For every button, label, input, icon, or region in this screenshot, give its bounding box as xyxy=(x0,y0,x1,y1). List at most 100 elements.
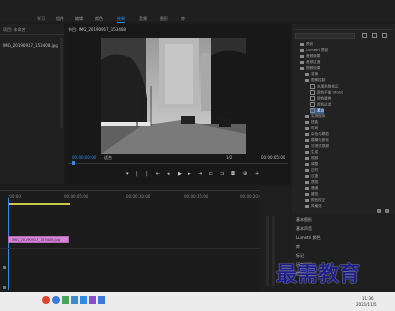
effects-folder[interactable]: 颜色校正 xyxy=(305,198,325,203)
effects-folder[interactable]: 透视 xyxy=(305,180,318,185)
app-icon-7[interactable] xyxy=(98,296,105,304)
new-bin-icon[interactable] xyxy=(377,209,381,213)
effects-item-label: 模糊与锐化 xyxy=(311,138,329,142)
effects-folder[interactable]: 时间 xyxy=(305,126,318,131)
effects-panel: 预设 Lumetri 预设 音频效果 音频过渡 视频效果 变换 图像控制灰度系数校正 颜色平衡… xyxy=(292,24,395,214)
app-icon-1[interactable] xyxy=(42,296,50,304)
effects-item-label: 颜色替换 xyxy=(317,96,332,101)
effects-folder[interactable]: 键控 xyxy=(305,192,318,197)
effects-folder[interactable]: 图像控制 xyxy=(305,78,325,83)
scrollbar[interactable] xyxy=(60,38,63,128)
effects-item-label: 调整 xyxy=(311,162,319,166)
audio-meter-left xyxy=(266,216,269,286)
effect-item[interactable]: 灰度系数校正 xyxy=(310,84,339,90)
go-to-in-icon[interactable]: | xyxy=(146,171,148,177)
settings-icon[interactable]: ⊕ xyxy=(243,171,247,177)
panel-item-essential-graphics[interactable]: 基本图形 xyxy=(296,217,312,222)
add-button-icon[interactable]: + xyxy=(255,171,259,177)
panel-item-markers[interactable]: 标记 xyxy=(296,253,304,258)
effects-folder[interactable]: 风格化 xyxy=(305,204,322,209)
app-icon-3[interactable] xyxy=(62,296,69,304)
effects-item-label: 沉浸式视频 xyxy=(311,144,329,148)
app-icon-4[interactable] xyxy=(71,296,78,304)
accelerated-icon[interactable] xyxy=(362,33,367,38)
effect-icon xyxy=(310,102,315,107)
tab-learn[interactable]: 学习 xyxy=(37,16,45,22)
yuv-icon[interactable] xyxy=(382,33,387,38)
effects-folder[interactable]: 音频效果 xyxy=(300,54,320,59)
resolution-select[interactable]: 1/2 xyxy=(226,155,232,160)
effects-item-label: 杂色与颗粒 xyxy=(311,132,329,136)
effects-folder[interactable]: 模糊与锐化 xyxy=(305,138,329,143)
effect-item[interactable]: 黑白 xyxy=(310,108,325,114)
effects-item-label: 颜色过滤 xyxy=(317,102,332,107)
effects-folder[interactable]: 生成 xyxy=(305,150,318,155)
mini-playhead[interactable] xyxy=(72,161,75,165)
play-icon[interactable]: ▶ xyxy=(178,171,182,177)
panel-item-libraries[interactable]: 库 xyxy=(296,244,300,249)
effects-folder[interactable]: Lumetri 预设 xyxy=(300,48,328,53)
app-icon-5[interactable] xyxy=(80,296,87,304)
effects-item-label: 时间 xyxy=(311,126,319,130)
app-icon-6[interactable] xyxy=(89,296,96,304)
overwrite-icon[interactable]: ⊐ xyxy=(220,171,224,177)
tab-audio[interactable]: 音频 xyxy=(139,16,147,22)
tab-graphics[interactable]: 图形 xyxy=(160,16,168,22)
work-area-bar[interactable] xyxy=(8,203,70,205)
insert-icon[interactable]: ⊏ xyxy=(209,171,213,177)
track-lock-icon[interactable] xyxy=(3,286,6,289)
go-to-in-point-icon[interactable]: ⇤ xyxy=(156,171,160,177)
effects-item-label: 图像控制 xyxy=(311,78,326,82)
timeline-clip[interactable]: IMG_20190917_153408.jpg xyxy=(8,236,69,243)
effects-folder[interactable]: 杂色与颗粒 xyxy=(305,132,329,137)
tab-assembly[interactable]: 组件 xyxy=(56,16,64,22)
step-forward-icon[interactable]: ▸ xyxy=(188,171,191,177)
effects-folder[interactable]: 沉浸式视频 xyxy=(305,144,329,149)
timeline-header-divider xyxy=(0,190,260,191)
mark-in-icon[interactable]: ▾ xyxy=(126,171,129,177)
effects-folder[interactable]: 变换 xyxy=(305,72,318,77)
32bit-icon[interactable] xyxy=(372,33,377,38)
tab-libraries[interactable]: 库 xyxy=(181,16,185,22)
zoom-fit-select[interactable]: 适合 xyxy=(104,155,112,160)
effects-folder[interactable]: 实用程序 xyxy=(305,114,325,119)
effects-folder[interactable]: 音频过渡 xyxy=(300,60,320,65)
effects-folder[interactable]: 视频 xyxy=(305,156,318,161)
effects-folder[interactable]: 扭曲 xyxy=(305,120,318,125)
folder-icon xyxy=(305,198,309,202)
mini-timeline[interactable] xyxy=(68,163,288,164)
project-item[interactable]: IMG_20190917_153408.jpg xyxy=(3,43,58,48)
folder-icon xyxy=(305,132,309,136)
effects-folder[interactable]: 过渡 xyxy=(305,174,318,179)
effects-folder[interactable]: 预设 xyxy=(300,42,313,47)
app-icon-2[interactable] xyxy=(52,296,60,304)
folder-icon xyxy=(305,204,309,208)
effects-item-label: 扭曲 xyxy=(311,120,319,124)
effect-item[interactable]: 颜色替换 xyxy=(310,96,331,102)
effects-folder[interactable]: 调整 xyxy=(305,162,318,167)
effects-folder[interactable]: 通道 xyxy=(305,186,318,191)
tab-color[interactable]: 颜色 xyxy=(95,16,103,22)
effects-item-label: 实用程序 xyxy=(311,114,326,118)
track-target-icon[interactable] xyxy=(3,266,6,269)
folder-icon xyxy=(305,126,309,130)
effect-item[interactable]: 颜色平衡 (RGB) xyxy=(310,90,343,96)
effects-folder[interactable]: 过时 xyxy=(305,168,318,173)
playhead[interactable] xyxy=(8,198,9,290)
effects-folder[interactable]: 视频效果 xyxy=(300,66,320,71)
tab-effects[interactable]: 效果 xyxy=(117,16,125,23)
effect-item[interactable]: 颜色过滤 xyxy=(310,102,331,108)
clock-time: 11:30 xyxy=(362,296,374,301)
step-back-icon[interactable]: ◂ xyxy=(167,171,170,177)
folder-icon xyxy=(305,72,309,76)
go-to-out-icon[interactable]: ⇥ xyxy=(198,171,202,177)
panel-item-lumetri-color[interactable]: Lumetri 颜色 xyxy=(296,235,321,240)
mark-out-icon[interactable]: | xyxy=(136,171,138,177)
panel-item-essential-sound[interactable]: 基本声音 xyxy=(296,226,312,231)
camera-icon[interactable]: ◘ xyxy=(231,171,235,177)
folder-icon xyxy=(300,66,304,70)
effects-item-label: 生成 xyxy=(311,150,319,154)
effects-search-input[interactable] xyxy=(295,33,355,39)
delete-icon[interactable] xyxy=(385,209,389,213)
tab-edit[interactable]: 编辑 xyxy=(75,16,83,22)
